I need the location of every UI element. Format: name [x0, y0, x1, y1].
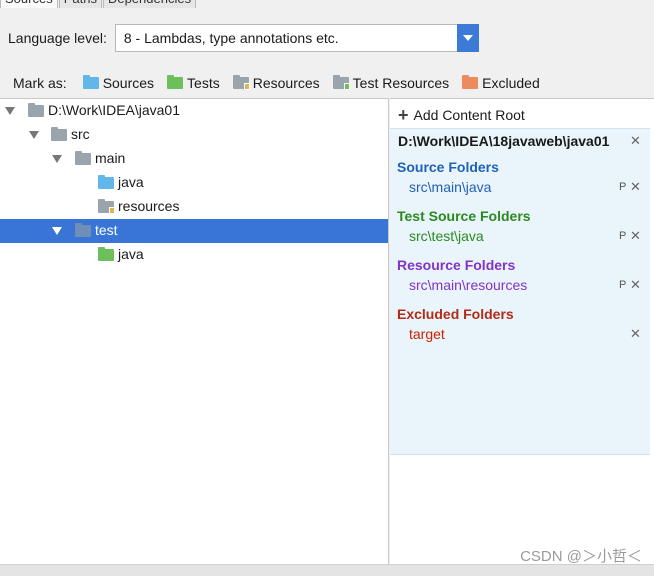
tree-node-root[interactable]: D:\Work\IDEA\java01 [0, 99, 388, 123]
test-source-folders-heading: Test Source Folders [397, 208, 531, 224]
resource-folder-entry: src\main\resources [409, 277, 528, 293]
folder-resources-icon [98, 199, 115, 214]
language-level-row: Language level: 8 - Lambdas, type annota… [8, 23, 479, 53]
language-level-value: 8 - Lambdas, type annotations etc. [123, 30, 339, 46]
mark-test-resources-label: Test Resources [352, 75, 450, 91]
close-icon[interactable]: ✕ [630, 277, 641, 293]
close-icon[interactable]: ✕ [630, 326, 641, 342]
properties-icon[interactable]: P [619, 181, 626, 193]
tree-node-label: main [95, 150, 126, 166]
tree-node-resources[interactable]: resources [0, 195, 388, 219]
mark-test-resources-button[interactable]: Test Resources [332, 75, 450, 91]
excluded-folders-heading: Excluded Folders [397, 306, 514, 322]
content-root-path: D:\Work\IDEA\18javaweb\java01 [398, 133, 610, 149]
folder-sources-icon [98, 175, 114, 189]
tree-node-main-java[interactable]: java [0, 171, 388, 195]
chevron-down-icon[interactable] [51, 225, 63, 237]
tab-sources[interactable]: Sources [0, 0, 58, 8]
tree-node-label: test [95, 222, 118, 238]
tab-dependencies[interactable]: Dependencies [102, 0, 197, 8]
close-icon[interactable]: ✕ [630, 133, 641, 149]
chevron-down-icon[interactable] [28, 129, 40, 141]
folder-gray-icon [28, 103, 44, 117]
add-content-root-label: Add Content Root [413, 107, 525, 123]
mark-tests-button[interactable]: Tests [167, 75, 220, 91]
close-icon[interactable]: ✕ [630, 228, 641, 244]
tab-paths[interactable]: Paths [58, 0, 102, 8]
tree-node-label: java [118, 174, 144, 190]
folder-resources-icon [232, 75, 250, 90]
tree-node-test-java[interactable]: java [0, 243, 388, 267]
excluded-folder-entry: target [409, 326, 445, 342]
source-folders-heading: Source Folders [397, 159, 499, 175]
chevron-down-icon[interactable] [456, 24, 479, 52]
folder-tests-icon [167, 75, 184, 89]
mark-excluded-button[interactable]: Excluded [462, 75, 540, 91]
content-root-panel: + Add Content Root D:\Work\IDEA\18javawe… [390, 98, 654, 564]
folder-gray-icon [51, 127, 67, 141]
watermark: CSDN @＞小哲＜ [520, 548, 642, 565]
chevron-down-icon[interactable] [51, 153, 63, 165]
mark-sources-button[interactable]: Sources [82, 75, 155, 91]
tree-node-main[interactable]: main [0, 147, 388, 171]
content-root-box: D:\Work\IDEA\18javaweb\java01 ✕ Source F… [390, 128, 650, 455]
source-folder-entry: src\main\java [409, 179, 492, 195]
mark-excluded-label: Excluded [482, 75, 540, 91]
folder-excluded-icon [462, 75, 479, 89]
close-icon[interactable]: ✕ [630, 179, 641, 195]
properties-icon[interactable]: P [619, 279, 626, 291]
tab-strip: Sources Paths Dependencies [0, 0, 197, 8]
mark-resources-button[interactable]: Resources [232, 75, 320, 91]
properties-icon[interactable]: P [619, 230, 626, 242]
tree-node-label: D:\Work\IDEA\java01 [48, 102, 181, 118]
folder-tree[interactable]: D:\Work\IDEA\java01 src main java resour… [0, 98, 389, 564]
add-content-root-button[interactable]: + Add Content Root [398, 105, 525, 125]
folder-gray-icon [75, 151, 91, 165]
tree-node-label: src [71, 126, 90, 142]
mark-sources-label: Sources [102, 75, 155, 91]
folder-sources-icon [82, 75, 99, 89]
tree-node-test[interactable]: test [0, 219, 388, 243]
test-source-folder-entry: src\test\java [409, 228, 484, 244]
mark-resources-label: Resources [252, 75, 320, 91]
plus-icon: + [398, 105, 409, 125]
tree-node-label: java [118, 246, 144, 262]
language-level-dropdown[interactable]: 8 - Lambdas, type annotations etc. [114, 24, 479, 52]
chevron-down-icon[interactable] [4, 105, 16, 117]
tree-node-src[interactable]: src [0, 123, 388, 147]
folder-gray-icon [75, 223, 91, 237]
folder-test-resources-icon [332, 75, 350, 90]
mark-as-label: Mark as: [13, 75, 67, 91]
folder-tests-icon [98, 247, 114, 261]
language-level-label: Language level: [8, 30, 107, 46]
mark-as-toolbar: Mark as: Sources Tests Resources Test Re… [13, 73, 553, 93]
resource-folders-heading: Resource Folders [397, 257, 516, 273]
tree-node-label: resources [118, 198, 180, 214]
mark-tests-label: Tests [187, 75, 220, 91]
